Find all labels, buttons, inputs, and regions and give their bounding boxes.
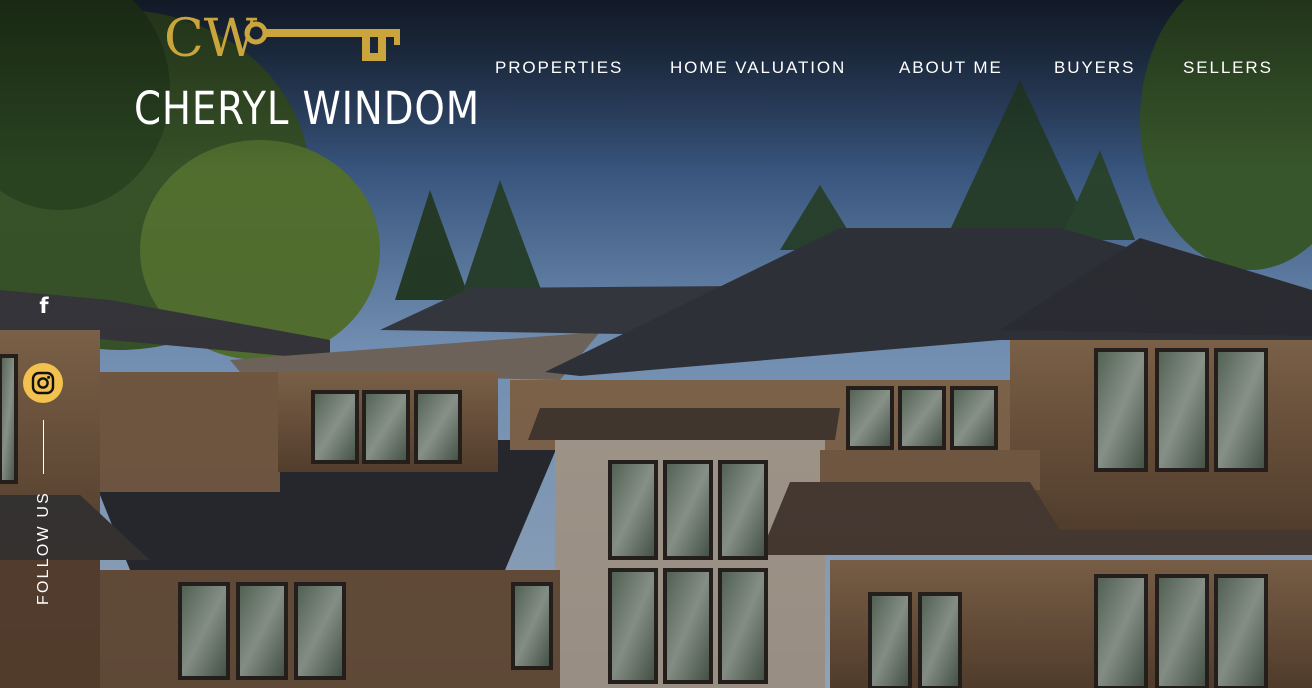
follow-divider [43, 420, 44, 474]
social-bar: f FOLLOW US [20, 290, 68, 620]
nav-sellers[interactable]: SELLERS [1183, 58, 1273, 78]
instagram-icon-button[interactable] [23, 363, 63, 403]
instagram-icon [31, 371, 55, 395]
nav-about-me[interactable]: ABOUT ME [899, 58, 1003, 78]
nav-properties[interactable]: PROPERTIES [495, 58, 623, 78]
nav-home-valuation[interactable]: HOME VALUATION [670, 58, 846, 78]
follow-us-label: FOLLOW US [35, 490, 52, 605]
main-nav: PROPERTIES HOME VALUATION ABOUT ME BUYER… [0, 58, 1312, 80]
facebook-icon[interactable]: f [34, 294, 54, 318]
brand-name: CHERYL WINDOM [134, 82, 480, 135]
nav-buyers[interactable]: BUYERS [1054, 58, 1135, 78]
